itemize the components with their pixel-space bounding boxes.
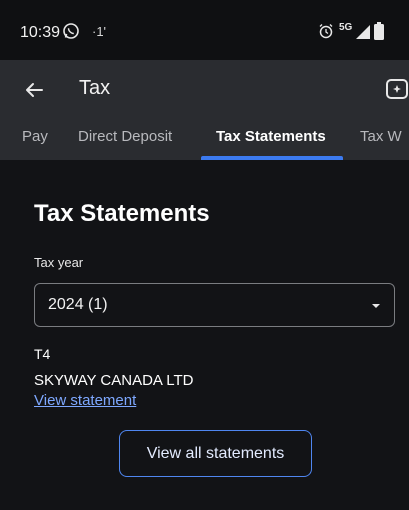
app-bar: Tax: [0, 60, 409, 120]
status-extra: ·1': [92, 24, 107, 39]
view-all-statements-button[interactable]: View all statements: [119, 430, 312, 477]
page-title: Tax: [79, 77, 111, 99]
status-bar: 10:39 ·1' 5G: [0, 0, 409, 60]
signal-icon: [356, 25, 370, 39]
tab-tax-w[interactable]: Tax W: [360, 128, 402, 145]
employer-name: SKYWAY CANADA LTD: [34, 372, 194, 389]
alarm-icon: [319, 24, 333, 39]
tabs-bar: Pay Direct Deposit Tax Statements Tax W: [0, 120, 409, 160]
tax-year-value: 2024 (1): [48, 296, 108, 313]
back-button[interactable]: [20, 76, 48, 104]
tab-direct-deposit[interactable]: Direct Deposit: [78, 128, 172, 145]
view-statement-link[interactable]: View statement: [34, 392, 136, 409]
dropdown-arrow-icon: [372, 304, 380, 308]
tab-pay[interactable]: Pay: [22, 128, 48, 145]
network-label: 5G: [339, 22, 353, 33]
view-all-statements-label: View all statements: [146, 445, 285, 462]
whatsapp-icon: [63, 23, 79, 39]
tax-year-select[interactable]: 2024 (1): [34, 283, 395, 327]
tax-year-label: Tax year: [34, 255, 84, 270]
tab-tax-statements[interactable]: Tax Statements: [216, 128, 326, 145]
battery-icon: [374, 22, 384, 40]
chat-icon[interactable]: [384, 76, 409, 104]
main-content: Tax Statements Tax year 2024 (1) T4 SKYW…: [0, 160, 409, 510]
statement-type: T4: [34, 346, 51, 362]
section-title: Tax Statements: [34, 200, 210, 227]
status-time: 10:39: [20, 24, 61, 41]
